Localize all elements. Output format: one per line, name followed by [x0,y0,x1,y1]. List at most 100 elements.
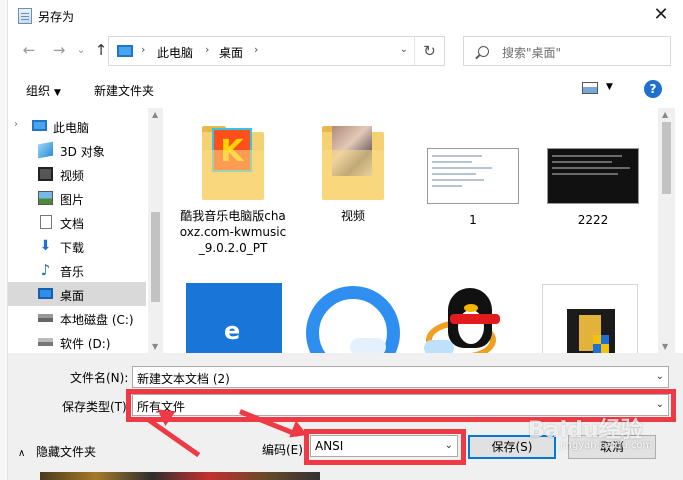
help-icon[interactable]: ? [644,80,662,98]
content-scrollbar[interactable]: ▲ ▼ [658,108,675,353]
hide-folders-toggle[interactable]: ∧ 隐藏文件夹 [18,443,96,460]
navigation-bar: ← → ⌄ ↑ › 此电脑 › 桌面 › ⌄ ↻ 搜索"桌面" [8,34,683,68]
address-dropdown-icon[interactable]: ⌄ [400,44,408,55]
sidebar-item-label: 软件 (D:) [60,337,111,351]
scrollbar-thumb[interactable] [662,122,671,194]
close-button[interactable]: ✕ [647,4,675,28]
crumb-separator-icon[interactable]: › [141,43,145,56]
sidebar-item-label: 下载 [60,241,85,255]
chevron-up-icon: ∧ [18,448,26,459]
sidebar-item-label: 文档 [60,217,85,231]
sidebar-item-label: 音乐 [60,265,85,279]
qq-penguin-icon[interactable] [424,284,516,353]
screenshot-thumbnail [427,148,519,204]
folder-icon: K [202,122,264,200]
download-icon: ⬇ [39,238,52,254]
new-folder-button[interactable]: 新建文件夹 [94,82,154,99]
file-item[interactable]: 2222 [538,148,648,228]
filename-input[interactable]: 新建文本文档 (2) ⌄ [132,366,669,388]
search-icon [478,46,489,57]
breadcrumb-this-pc[interactable]: 此电脑 [157,44,193,61]
search-placeholder: 搜索"桌面" [502,46,562,60]
file-name: 视频 [340,209,365,223]
file-item[interactable]: 1 [418,148,528,228]
sidebar-item-documents[interactable]: 文档 [8,210,146,234]
sidebar-item-pictures[interactable]: 图片 [8,186,146,210]
view-dropdown-icon[interactable]: ▼ [606,82,613,92]
window-title: 另存为 [38,10,75,24]
scrollbar-thumb[interactable] [151,212,160,302]
baidu-watermark-url: jingyan.baidu.com [560,440,653,451]
edge-browser-icon[interactable]: e [186,283,282,353]
hide-folders-label: 隐藏文件夹 [36,445,97,459]
navigation-pane: › 此电脑 3D 对象 视频 图片 文档 ⬇ 下载 ♪ 音乐 桌面 本地磁盘 (… [8,108,163,353]
app-shortcut-icon[interactable] [542,284,638,353]
forward-button[interactable]: → [50,40,68,60]
computer-icon [117,45,133,57]
breadcrumb-desktop[interactable]: 桌面 [219,44,243,61]
scroll-up-icon[interactable]: ▲ [152,110,158,119]
sidebar-scrollbar[interactable]: ▲ ▼ [148,108,163,353]
sidebar-item-drive-d[interactable]: 软件 (D:) [8,330,146,354]
filetype-label: 保存类型(T): [62,400,131,414]
file-item[interactable]: 视频 [298,122,408,224]
sidebar-item-label: 此电脑 [53,121,90,135]
save-as-dialog: 另存为 ✕ ← → ⌄ ↑ › 此电脑 › 桌面 › ⌄ ↻ 搜索"桌面" 组织… [0,0,683,480]
scroll-down-icon[interactable]: ▼ [152,342,158,351]
chevron-down-icon[interactable]: ⌄ [656,371,664,382]
taskbar-strip [40,472,320,480]
sidebar-item-music[interactable]: ♪ 音乐 [8,258,146,282]
file-name: 2222 [577,213,609,227]
folder-icon [322,122,384,200]
notepad-icon [18,8,32,24]
encoding-highlight-box [304,429,466,465]
qq-browser-icon[interactable] [306,286,400,353]
scroll-up-icon[interactable]: ▲ [662,110,668,119]
file-item[interactable]: K 酷我音乐电脑版chaoxz.com-kwmusic_9.0.2.0_PT [178,122,288,256]
documents-icon [40,215,52,229]
recent-locations-button[interactable]: ⌄ [72,40,90,60]
filename-value: 新建文本文档 (2) [137,372,230,386]
command-toolbar: 组织 ▼ 新建文件夹 ▼ ? [8,72,683,106]
crumb-separator-icon[interactable]: › [205,43,209,56]
sidebar-item-desktop[interactable]: 桌面 [8,282,146,306]
organize-label: 组织 [26,84,51,98]
sidebar-item-label: 图片 [60,193,85,207]
annotation-arrow [146,417,201,458]
sidebar-item-downloads[interactable]: ⬇ 下载 [8,234,146,258]
file-name: 1 [469,213,477,227]
chevron-right-icon[interactable]: › [14,119,18,130]
music-icon: ♪ [40,261,51,279]
sidebar-item-videos[interactable]: 视频 [8,162,146,186]
left-window-edge [0,0,8,480]
sidebar-item-3d-objects[interactable]: 3D 对象 [8,138,146,162]
organize-button[interactable]: 组织 ▼ [26,82,61,99]
sidebar-item-this-pc[interactable]: › 此电脑 [8,114,146,138]
screenshot-thumbnail [547,148,639,204]
sidebar-item-label: 桌面 [60,289,85,303]
crumb-separator-icon[interactable]: › [254,43,258,56]
sidebar-item-label: 3D 对象 [60,145,105,159]
view-options-icon[interactable] [582,82,598,94]
uac-shield-icon [593,335,609,353]
sidebar-item-drive-c[interactable]: 本地磁盘 (C:) [8,306,146,330]
scroll-down-icon[interactable]: ▼ [662,342,668,351]
computer-icon [32,120,47,131]
filename-label: 文件名(N): [70,371,129,385]
encoding-label: 编码(E): [262,443,307,457]
video-icon [38,167,53,181]
file-name: 酷我音乐电脑版chaoxz.com-kwmusic_9.0.2.0_PT [179,209,287,255]
cube-3d-icon [38,141,53,159]
caret-down-icon: ▼ [54,88,61,98]
drive-c-icon [38,314,53,322]
file-list: K 酷我音乐电脑版chaoxz.com-kwmusic_9.0.2.0_PT 视… [164,108,658,353]
sidebar-item-label: 视频 [60,169,85,183]
sidebar-item-label: 本地磁盘 (C:) [60,313,134,327]
title-bar: 另存为 ✕ [8,0,683,32]
address-bar[interactable]: › 此电脑 › 桌面 › ⌄ ↻ [108,36,445,66]
desktop-icon [38,288,53,299]
refresh-button[interactable]: ↻ [414,37,444,65]
search-input[interactable]: 搜索"桌面" [463,36,671,66]
drive-d-icon [38,338,53,346]
back-button[interactable]: ← [20,40,38,60]
